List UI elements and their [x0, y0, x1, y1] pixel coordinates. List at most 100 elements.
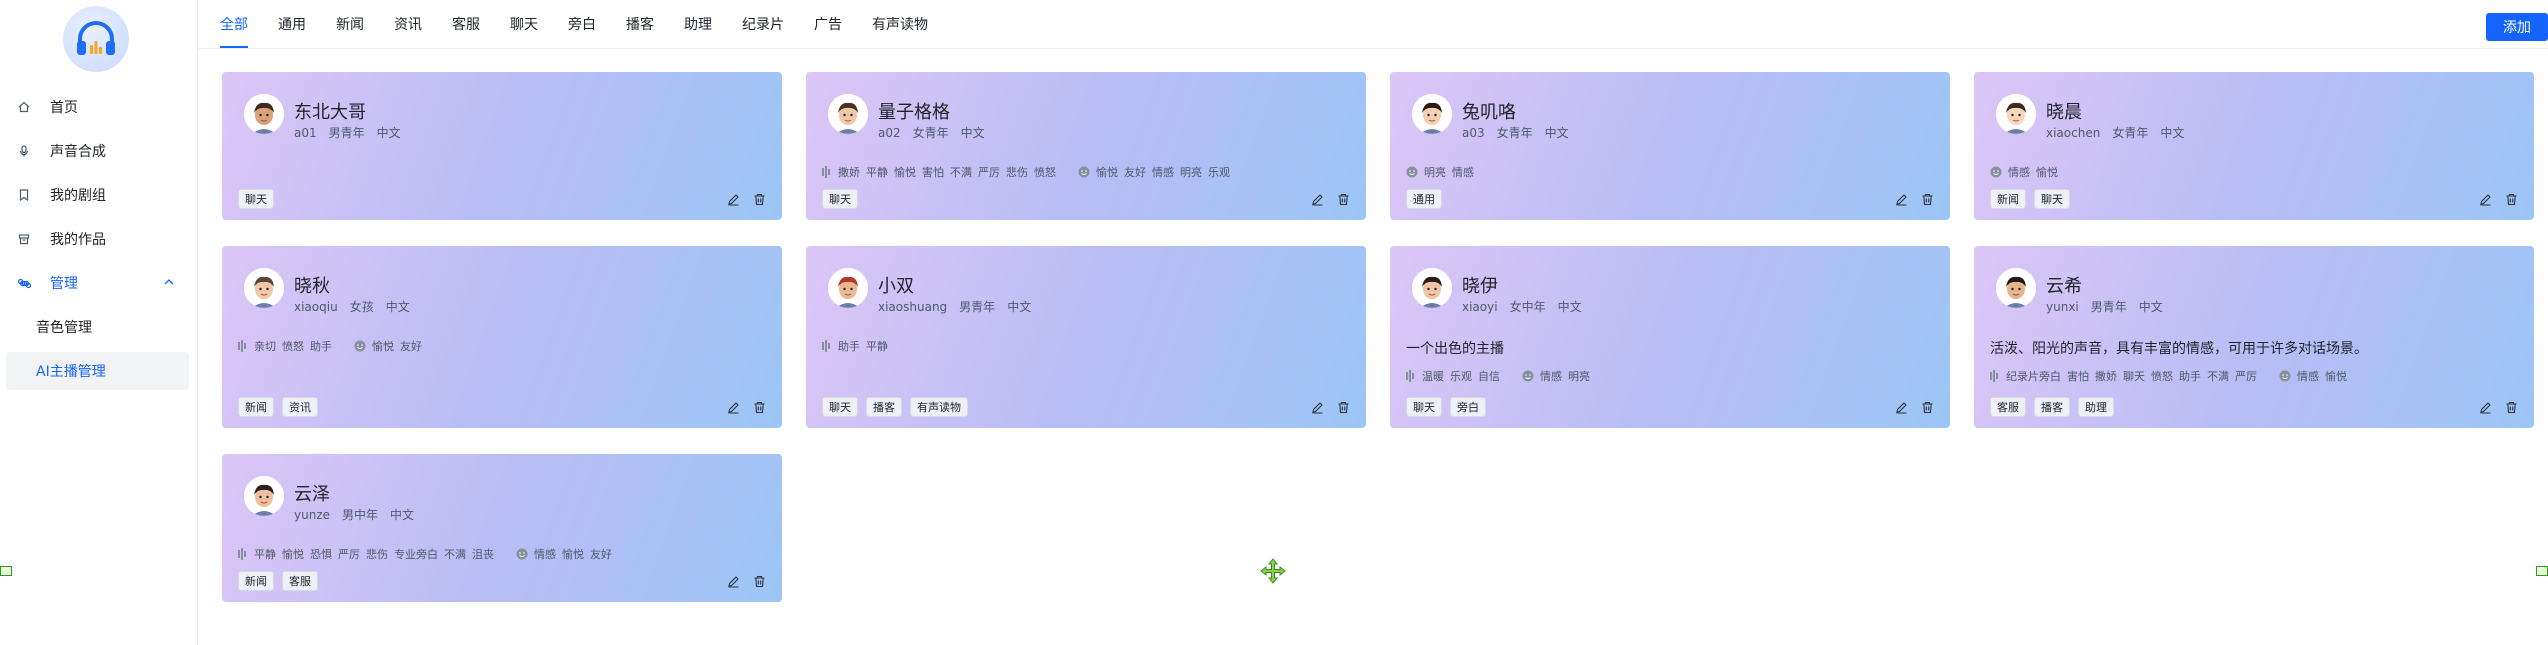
tab-service[interactable]: 客服: [452, 0, 480, 48]
host-id: yunxi: [2046, 300, 2079, 314]
emotion-label: 情感: [1452, 166, 1474, 179]
emotion-group: 愉悦 友好: [354, 338, 428, 354]
edit-icon[interactable]: [1310, 192, 1324, 206]
resize-handle-right[interactable]: [2536, 566, 2548, 576]
host-name: 晓秋: [294, 276, 330, 297]
nav-item-works[interactable]: 我的作品: [6, 220, 189, 258]
emotion-label: 愉悦: [2325, 370, 2347, 383]
delete-icon[interactable]: [2504, 192, 2518, 206]
host-card[interactable]: 兔叽咯 a03 女青年 中文 明亮 情感 通用: [1390, 72, 1950, 220]
host-meta: xiaoqiu 女孩 中文: [294, 298, 422, 315]
host-name: 小双: [878, 276, 914, 297]
delete-icon[interactable]: [2504, 400, 2518, 414]
host-name: 东北大哥: [294, 102, 366, 123]
category-tags: 聊天 播客 有声读物: [822, 397, 976, 417]
waveform-icon: [1990, 370, 2000, 382]
host-card[interactable]: 东北大哥 a01 男青年 中文 聊天: [222, 72, 782, 220]
category-tags: 新闻 客服: [238, 571, 326, 591]
edit-icon[interactable]: [726, 574, 740, 588]
style-label: 平静: [866, 166, 888, 179]
edit-icon[interactable]: [1894, 192, 1908, 206]
host-card[interactable]: 晓晨 xiaochen 女青年 中文 情感 愉悦 新闻 聊天: [1974, 72, 2534, 220]
tab-info[interactable]: 资讯: [394, 0, 422, 48]
emotion-label: 情感: [2008, 166, 2030, 179]
avatar: [1412, 268, 1452, 308]
host-gender: 男青年: [328, 126, 365, 140]
nav-item-voice-manage[interactable]: 音色管理: [6, 308, 189, 346]
delete-icon[interactable]: [752, 400, 766, 414]
tab-chat[interactable]: 聊天: [510, 0, 538, 48]
host-card[interactable]: 晓秋 xiaoqiu 女孩 中文 亲切 愤怒 助手 愉悦 友好 新闻 资讯: [222, 246, 782, 428]
bookmark-icon: [16, 187, 32, 203]
host-gender: 男青年: [2090, 300, 2127, 314]
edit-icon[interactable]: [1310, 400, 1324, 414]
style-group: 温暖 乐观 自信: [1406, 368, 1506, 384]
host-attributes: 纪录片旁白 害怕 撒娇 聊天 愤怒 助手 不满 严厉 情感 愉悦: [1990, 368, 2369, 384]
host-card[interactable]: 晓伊 xiaoyi 女中年 中文 一个出色的主播 温暖 乐观 自信 情感 明亮 聊天 旁白: [1390, 246, 1950, 428]
edit-icon[interactable]: [726, 400, 740, 414]
tab-news[interactable]: 新闻: [336, 0, 364, 48]
emotion-label: 乐观: [1208, 166, 1230, 179]
delete-icon[interactable]: [1336, 192, 1350, 206]
host-attributes: 平静 愉悦 恐惧 严厉 悲伤 专业旁白 不满 沮丧 情感 愉悦 友好: [238, 546, 634, 562]
style-group: 平静 愉悦 恐惧 严厉 悲伤 专业旁白 不满 沮丧: [238, 546, 500, 562]
category-tag: 聊天: [238, 189, 274, 209]
delete-icon[interactable]: [1920, 192, 1934, 206]
resize-handle-left[interactable]: [0, 566, 12, 576]
avatar: [244, 268, 284, 308]
category-tag: 播客: [2034, 397, 2070, 417]
emotion-label: 明亮: [1568, 370, 1590, 383]
tab-podcast[interactable]: 播客: [626, 0, 654, 48]
style-label: 自信: [1478, 370, 1500, 383]
avatar: [1412, 94, 1452, 134]
style-label: 聊天: [2123, 370, 2145, 383]
emotion-label: 友好: [1124, 166, 1146, 179]
tab-general[interactable]: 通用: [278, 0, 306, 48]
move-icon[interactable]: [1260, 558, 1286, 584]
nav-item-home[interactable]: 首页: [6, 88, 189, 126]
host-card[interactable]: 量子格格 a02 女青年 中文 撒娇 平静 愉悦 害怕 不满 严厉 悲伤 愤怒 愉悦 友好 情感 明亮 乐观 聊天: [806, 72, 1366, 220]
host-language: 中文: [2160, 126, 2185, 140]
nav-item-manage[interactable]: 管理: [6, 264, 189, 302]
nav-item-tts[interactable]: 声音合成: [6, 132, 189, 170]
host-card[interactable]: 云希 yunxi 男青年 中文 活泼、阳光的声音，具有丰富的情感，可用于许多对话场景。纪…: [1974, 246, 2534, 428]
host-meta: a03 女青年 中文: [1462, 124, 1581, 141]
style-label: 害怕: [922, 166, 944, 179]
tab-all[interactable]: 全部: [220, 0, 248, 48]
category-tags: 聊天 旁白: [1406, 397, 1494, 417]
nav-label: 声音合成: [50, 144, 106, 160]
emotion-label: 愉悦: [1096, 166, 1118, 179]
category-tag: 客服: [282, 571, 318, 591]
host-card[interactable]: 云泽 yunze 男中年 中文 平静 愉悦 恐惧 严厉 悲伤 专业旁白 不满 沮丧 情感 愉悦 友好 新闻 客服: [222, 454, 782, 602]
tab-narration[interactable]: 旁白: [568, 0, 596, 48]
tab-ads[interactable]: 广告: [814, 0, 842, 48]
edit-icon[interactable]: [2478, 192, 2492, 206]
host-language: 中文: [1544, 126, 1569, 140]
host-id: a02: [878, 126, 901, 140]
style-label: 撒娇: [838, 166, 860, 179]
host-gender: 女青年: [1496, 126, 1533, 140]
delete-icon[interactable]: [1336, 400, 1350, 414]
edit-icon[interactable]: [2478, 400, 2492, 414]
waveform-icon: [822, 166, 832, 178]
nav-label: 首页: [50, 100, 78, 116]
delete-icon[interactable]: [1920, 400, 1934, 414]
delete-icon[interactable]: [752, 192, 766, 206]
tab-assistant[interactable]: 助理: [684, 0, 712, 48]
card-actions: [1882, 192, 1934, 206]
style-label: 愉悦: [894, 166, 916, 179]
add-button[interactable]: 添加: [2486, 13, 2548, 41]
edit-icon[interactable]: [1894, 400, 1908, 414]
category-tag: 新闻: [238, 397, 274, 417]
tab-documentary[interactable]: 纪录片: [742, 0, 784, 48]
category-tag: 资讯: [282, 397, 318, 417]
tab-audiobook[interactable]: 有声读物: [872, 0, 928, 48]
host-attributes: 明亮 情感: [1406, 164, 1496, 180]
delete-icon[interactable]: [752, 574, 766, 588]
nav-item-crew[interactable]: 我的剧组: [6, 176, 189, 214]
style-group: 助手 平静: [822, 338, 894, 354]
edit-icon[interactable]: [726, 192, 740, 206]
host-card[interactable]: 小双 xiaoshuang 男青年 中文 助手 平静 聊天 播客 有声读物: [806, 246, 1366, 428]
host-description: 一个出色的主播: [1406, 341, 1504, 357]
nav-item-ai-host-manage[interactable]: AI主播管理: [6, 352, 189, 390]
